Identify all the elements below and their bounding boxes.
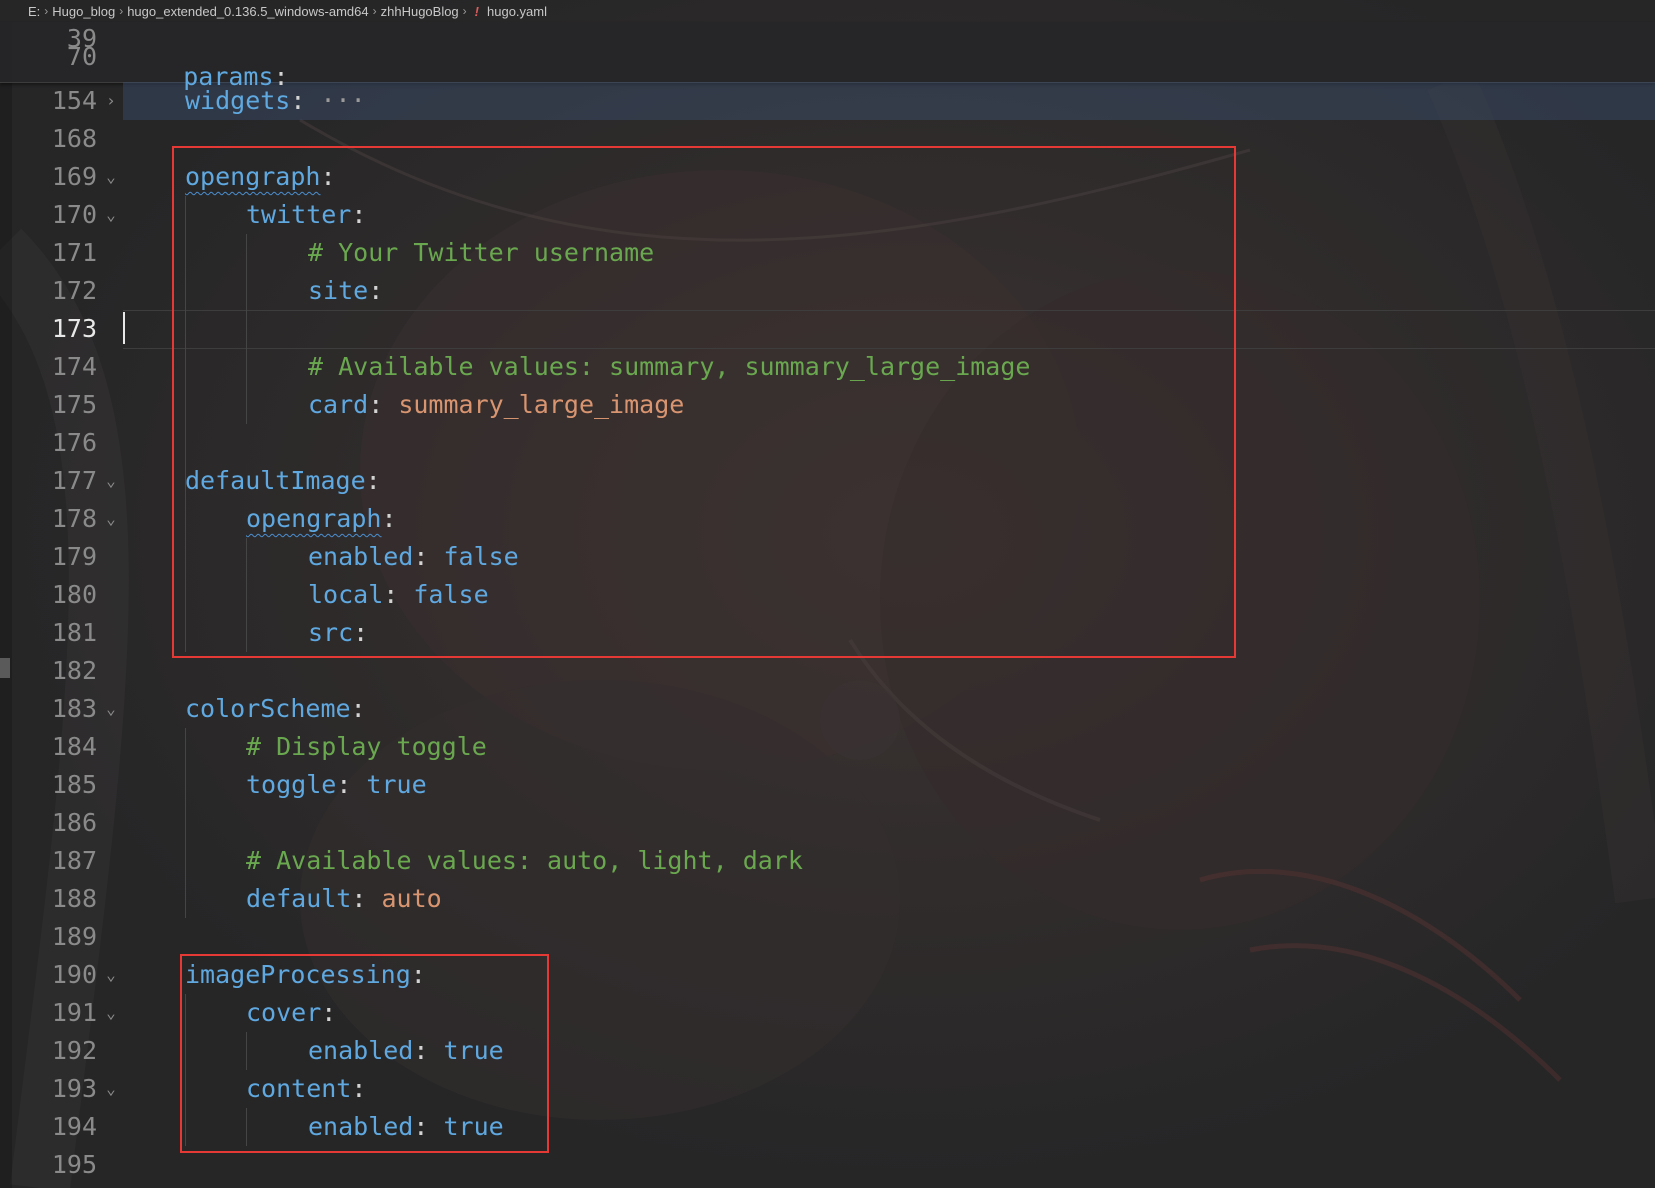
- yaml-file-icon: !: [474, 3, 480, 19]
- code-text: comments:: [185, 44, 381, 74]
- line-number: 183: [51, 694, 97, 723]
- code-line[interactable]: 188 default: auto: [0, 880, 1655, 918]
- line-number: 195: [51, 1150, 97, 1179]
- yaml-boolean-value: true: [366, 770, 427, 799]
- fold-collapsed-icon[interactable]: ›: [104, 82, 118, 120]
- code-line[interactable]: 185 toggle: true: [0, 766, 1655, 804]
- line-number: 171: [51, 238, 97, 267]
- line-number: 180: [51, 580, 97, 609]
- line-number: 174: [51, 352, 97, 381]
- annotation-box-image-processing: [180, 954, 549, 1153]
- folded-ellipsis[interactable]: ···: [305, 86, 365, 115]
- code-line[interactable]: 183 ⌄ colorScheme:: [0, 690, 1655, 728]
- breadcrumb-folder-hugo-extended[interactable]: hugo_extended_0.136.5_windows-amd64: [127, 4, 368, 19]
- line-number: 191: [51, 998, 97, 1027]
- fold-expanded-icon[interactable]: ⌄: [104, 690, 118, 728]
- line-number: 172: [51, 276, 97, 305]
- code-text: widgets: ···: [185, 82, 366, 120]
- yaml-comment: # Display toggle: [246, 732, 487, 761]
- line-number: 173: [51, 314, 97, 343]
- text-cursor: [123, 312, 125, 344]
- yaml-punct: :: [350, 694, 366, 723]
- chevron-right-icon: ›: [44, 4, 49, 18]
- line-number: 188: [51, 884, 97, 913]
- line-number: 184: [51, 732, 97, 761]
- line-number: 169: [51, 162, 97, 191]
- line-number: 186: [51, 808, 97, 837]
- yaml-key: default: [246, 884, 352, 913]
- line-number: 181: [51, 618, 97, 647]
- fold-expanded-icon[interactable]: ⌄: [104, 196, 118, 234]
- yaml-key: colorScheme: [185, 694, 351, 723]
- yaml-punct: :: [336, 770, 367, 799]
- annotation-box-opengraph: [172, 146, 1236, 658]
- line-number: 170: [51, 200, 97, 229]
- yaml-string-value: auto: [381, 884, 442, 913]
- line-number: 168: [51, 124, 97, 153]
- yaml-comment: # Available values: auto, light, dark: [246, 846, 803, 875]
- breadcrumb-folder-hugo-blog[interactable]: Hugo_blog: [52, 4, 115, 19]
- fold-expanded-icon[interactable]: ⌄: [104, 956, 118, 994]
- scroll-position-marker[interactable]: [0, 658, 10, 678]
- yaml-punct: :: [351, 884, 382, 913]
- line-number: 176: [51, 428, 97, 457]
- breadcrumb: E: › Hugo_blog › hugo_extended_0.136.5_w…: [0, 0, 1655, 22]
- code-line[interactable]: 187 # Available values: auto, light, dark: [0, 842, 1655, 880]
- code-line[interactable]: 154 › widgets: ···: [0, 82, 1655, 120]
- breadcrumb-file-hugo-yaml[interactable]: hugo.yaml: [487, 4, 547, 19]
- fold-expanded-icon[interactable]: ⌄: [104, 1070, 118, 1108]
- fold-expanded-icon[interactable]: ⌄: [104, 462, 118, 500]
- line-number: 154: [51, 86, 97, 115]
- code-text: # Display toggle: [246, 728, 487, 766]
- fold-expanded-icon[interactable]: ⌄: [104, 994, 118, 1032]
- sticky-line-comments[interactable]: 70 comments:: [0, 44, 1655, 74]
- code-text: toggle: true: [246, 766, 427, 804]
- code-line[interactable]: 186: [0, 804, 1655, 842]
- code-line[interactable]: 189: [0, 918, 1655, 956]
- code-text: # Available values: auto, light, dark: [246, 842, 803, 880]
- line-number: 178: [51, 504, 97, 533]
- fold-expanded-icon[interactable]: ⌄: [104, 500, 118, 538]
- line-number: 70: [66, 44, 97, 71]
- breadcrumb-drive[interactable]: E:: [28, 4, 40, 19]
- code-text: colorScheme:: [185, 690, 366, 728]
- line-number: 187: [51, 846, 97, 875]
- code-text: default: auto: [246, 880, 442, 918]
- line-number: 189: [51, 922, 97, 951]
- yaml-key: toggle: [246, 770, 337, 799]
- line-number: 185: [51, 770, 97, 799]
- yaml-key: widgets: [185, 86, 291, 115]
- chevron-right-icon: ›: [372, 4, 377, 18]
- code-line[interactable]: 184 # Display toggle: [0, 728, 1655, 766]
- line-number: 192: [51, 1036, 97, 1065]
- breadcrumb-folder-zhh-hugo-blog[interactable]: zhhHugoBlog: [381, 4, 459, 19]
- line-number: 194: [51, 1112, 97, 1141]
- line-number: 182: [51, 656, 97, 685]
- line-number: 177: [51, 466, 97, 495]
- chevron-right-icon: ›: [119, 4, 124, 18]
- line-number: 179: [51, 542, 97, 571]
- chevron-right-icon: ›: [462, 4, 467, 18]
- line-number: 190: [51, 960, 97, 989]
- yaml-punct: :: [290, 86, 306, 115]
- line-number: 175: [51, 390, 97, 419]
- line-number: 193: [51, 1074, 97, 1103]
- fold-expanded-icon[interactable]: ⌄: [104, 158, 118, 196]
